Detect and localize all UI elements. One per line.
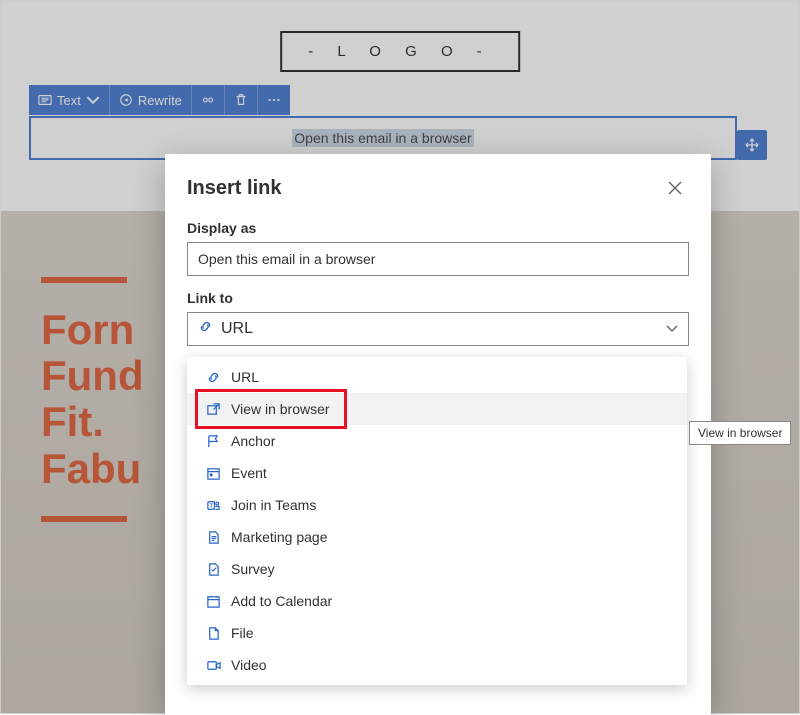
option-label: Join in Teams bbox=[231, 497, 316, 513]
link-icon bbox=[205, 369, 221, 385]
option-label: Add to Calendar bbox=[231, 593, 332, 609]
option-label: Marketing page bbox=[231, 529, 328, 545]
video-icon bbox=[205, 657, 221, 673]
dialog-title: Insert link bbox=[187, 177, 281, 200]
link-to-dropdown: URL View in browser Anchor Event T Join … bbox=[187, 357, 687, 685]
link-to-selected-value: URL bbox=[221, 320, 253, 338]
dropdown-option-view-in-browser[interactable]: View in browser bbox=[187, 393, 687, 425]
link-to-label: Link to bbox=[187, 290, 689, 306]
dropdown-option-file[interactable]: File bbox=[187, 617, 687, 649]
option-label: File bbox=[231, 625, 254, 641]
option-label: Anchor bbox=[231, 433, 275, 449]
link-icon bbox=[198, 319, 213, 339]
dropdown-option-event[interactable]: Event bbox=[187, 457, 687, 489]
option-label: View in browser bbox=[231, 401, 330, 417]
dropdown-option-video[interactable]: Video bbox=[187, 649, 687, 681]
link-to-select[interactable]: URL bbox=[187, 312, 689, 346]
flag-icon bbox=[205, 433, 221, 449]
option-label: Survey bbox=[231, 561, 275, 577]
dropdown-option-survey[interactable]: Survey bbox=[187, 553, 687, 585]
option-label: Event bbox=[231, 465, 267, 481]
dropdown-option-add-to-calendar[interactable]: Add to Calendar bbox=[187, 585, 687, 617]
dropdown-option-marketing-page[interactable]: Marketing page bbox=[187, 521, 687, 553]
open-external-icon bbox=[205, 401, 221, 417]
option-label: Video bbox=[231, 657, 267, 673]
dropdown-option-url[interactable]: URL bbox=[187, 361, 687, 393]
display-as-input[interactable] bbox=[187, 242, 689, 276]
page-icon bbox=[205, 529, 221, 545]
dropdown-option-anchor[interactable]: Anchor bbox=[187, 425, 687, 457]
calendar-icon bbox=[205, 593, 221, 609]
tooltip-text: View in browser bbox=[698, 426, 782, 440]
chevron-down-icon bbox=[666, 320, 678, 338]
tooltip: View in browser bbox=[689, 421, 791, 445]
calendar-day-icon bbox=[205, 465, 221, 481]
dropdown-option-join-in-teams[interactable]: T Join in Teams bbox=[187, 489, 687, 521]
file-icon bbox=[205, 625, 221, 641]
svg-text:T: T bbox=[209, 503, 213, 509]
teams-icon: T bbox=[205, 497, 221, 513]
survey-icon bbox=[205, 561, 221, 577]
display-as-label: Display as bbox=[187, 220, 689, 236]
option-label: URL bbox=[231, 369, 259, 385]
close-icon bbox=[668, 181, 682, 195]
close-button[interactable] bbox=[661, 174, 689, 202]
